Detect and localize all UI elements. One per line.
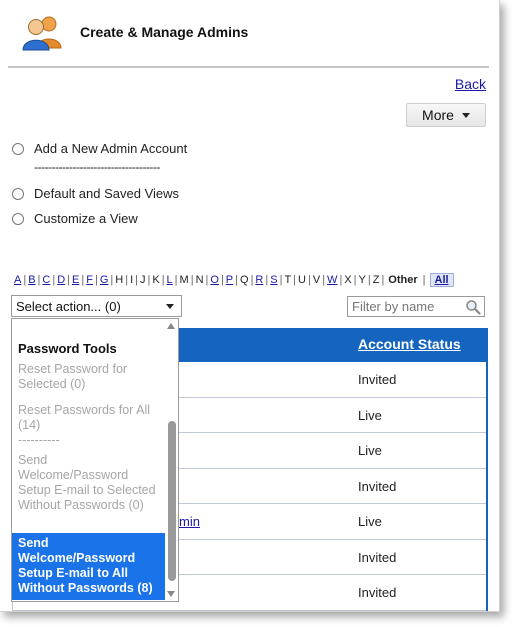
letter-filter-z: Z bbox=[372, 274, 380, 286]
more-button[interactable]: More bbox=[406, 103, 486, 127]
option-label: Customize a View bbox=[34, 211, 138, 226]
search-icon[interactable] bbox=[465, 299, 481, 315]
letter-filter-q: Q bbox=[240, 274, 249, 286]
admin-name-link[interactable]: min bbox=[179, 514, 200, 529]
letter-filter-r[interactable]: R bbox=[255, 274, 263, 286]
letter-divider: | bbox=[422, 274, 426, 286]
radio-button[interactable] bbox=[12, 142, 24, 155]
menu-item: Reset Password for Selected (0) bbox=[18, 362, 128, 391]
letter-divider: | bbox=[94, 274, 98, 286]
letter-divider: | bbox=[23, 274, 27, 286]
account-status-cell: Invited bbox=[358, 549, 397, 565]
letter-filter-w[interactable]: W bbox=[327, 274, 337, 286]
back-link[interactable]: Back bbox=[455, 76, 486, 92]
letter-divider: | bbox=[125, 274, 129, 286]
letter-divider: | bbox=[220, 274, 224, 286]
table-border bbox=[486, 362, 488, 611]
letter-divider: | bbox=[250, 274, 254, 286]
page-header: Create & Manage Admins bbox=[20, 12, 248, 52]
option-default-views[interactable]: Default and Saved Views bbox=[12, 186, 179, 201]
letter-divider: | bbox=[322, 274, 326, 286]
letter-divider: | bbox=[52, 274, 56, 286]
letter-divider: | bbox=[235, 274, 238, 286]
letter-divider: | bbox=[353, 274, 357, 286]
chevron-down-icon bbox=[461, 112, 470, 118]
menu-scrollbar[interactable] bbox=[165, 319, 178, 601]
menu-item[interactable]: Send Welcome/Password Setup E-mail to Al… bbox=[12, 533, 166, 600]
option-add-admin[interactable]: Add a New Admin Account bbox=[12, 141, 187, 156]
account-status-cell: Live bbox=[358, 514, 382, 529]
letter-divider: | bbox=[190, 274, 194, 286]
letter-filter-m: M bbox=[179, 274, 189, 286]
chevron-down-icon bbox=[166, 304, 174, 309]
letter-divider: | bbox=[293, 274, 297, 286]
option-label: Add a New Admin Account bbox=[34, 141, 188, 156]
letter-filter-p[interactable]: P bbox=[226, 274, 233, 286]
filter-by-name-input[interactable]: Filter by name bbox=[347, 296, 485, 317]
letter-filter-v: V bbox=[312, 274, 321, 286]
filter-placeholder: Filter by name bbox=[352, 299, 435, 314]
admins-users-icon bbox=[20, 12, 66, 52]
select-action-menu[interactable]: Password Tools Reset Password for Select… bbox=[11, 318, 179, 602]
app-frame: Create & Manage Admins Back More Add a N… bbox=[0, 0, 500, 612]
letter-divider: | bbox=[265, 274, 269, 286]
header-divider bbox=[8, 66, 489, 68]
scroll-up-icon[interactable] bbox=[167, 323, 175, 329]
letter-filter-f[interactable]: F bbox=[86, 274, 93, 286]
letter-filter-x: X bbox=[344, 274, 352, 286]
letter-filter-n: N bbox=[195, 274, 204, 286]
letter-divider: | bbox=[279, 274, 283, 286]
menu-item: Reset Passwords for All (14) bbox=[18, 403, 150, 432]
letter-filter-b[interactable]: B bbox=[28, 274, 35, 286]
letter-filter-k: K bbox=[152, 274, 160, 286]
account-status-cell: Invited bbox=[358, 478, 397, 494]
letter-divider: | bbox=[381, 274, 385, 286]
scrollbar-thumb[interactable] bbox=[168, 421, 176, 581]
letter-filter-a[interactable]: A bbox=[14, 274, 21, 286]
letter-divider: | bbox=[37, 274, 41, 286]
letter-divider: | bbox=[81, 274, 85, 286]
letter-filter-s[interactable]: S bbox=[270, 274, 277, 286]
letter-divider: | bbox=[110, 274, 114, 286]
letter-filter-e[interactable]: E bbox=[72, 274, 79, 286]
letter-filter-h: H bbox=[115, 274, 124, 286]
letter-divider: | bbox=[174, 274, 178, 286]
account-status-cell: Invited bbox=[358, 585, 397, 600]
account-status-cell: Live bbox=[358, 407, 382, 423]
letter-filter-c[interactable]: C bbox=[42, 274, 50, 286]
letter-divider: | bbox=[367, 274, 371, 286]
select-action-value: Select action... (0) bbox=[16, 298, 121, 314]
letter-filter-y: Y bbox=[358, 274, 366, 286]
menu-separator: ---------- bbox=[18, 433, 60, 447]
letter-divider: | bbox=[135, 274, 138, 286]
letter-filter-g[interactable]: G bbox=[100, 274, 109, 286]
letter-divider: | bbox=[339, 274, 343, 286]
account-status-cell: Invited bbox=[358, 372, 397, 387]
option-separator: ------------------------------------ bbox=[34, 160, 160, 174]
column-header-account-status[interactable]: Account Status bbox=[358, 336, 461, 352]
menu-item: Send Welcome/Password Setup E-mail to Se… bbox=[18, 453, 156, 512]
scroll-down-icon[interactable] bbox=[167, 591, 175, 597]
letter-divider: | bbox=[307, 274, 311, 286]
letter-filter-all[interactable]: All bbox=[429, 273, 454, 287]
option-label: Default and Saved Views bbox=[34, 186, 180, 201]
letter-filter-d[interactable]: D bbox=[57, 274, 65, 286]
alphabet-filter: A | B | C | D | E | F | G | H | I | J | K | L | M | N | O | P | Q | R | S | T |… bbox=[14, 273, 454, 287]
radio-button[interactable] bbox=[12, 187, 24, 200]
option-customize-view[interactable]: Customize a View bbox=[12, 211, 138, 226]
letter-divider: | bbox=[205, 274, 209, 286]
page-title: Create & Manage Admins bbox=[80, 24, 249, 40]
more-button-label: More bbox=[422, 107, 454, 123]
menu-group-password-tools: Password Tools bbox=[18, 341, 117, 356]
letter-filter-o[interactable]: O bbox=[210, 274, 219, 286]
letter-divider: | bbox=[161, 274, 165, 286]
select-action-dropdown[interactable]: Select action... (0) bbox=[11, 295, 182, 317]
letter-divider: | bbox=[67, 274, 71, 286]
letter-filter-u: U bbox=[298, 274, 306, 286]
letter-filter-other[interactable]: Other bbox=[388, 274, 417, 286]
account-status-cell: Live bbox=[358, 443, 382, 458]
letter-divider: | bbox=[147, 274, 151, 286]
letter-filter-t: T bbox=[284, 274, 292, 286]
radio-button[interactable] bbox=[12, 212, 24, 225]
